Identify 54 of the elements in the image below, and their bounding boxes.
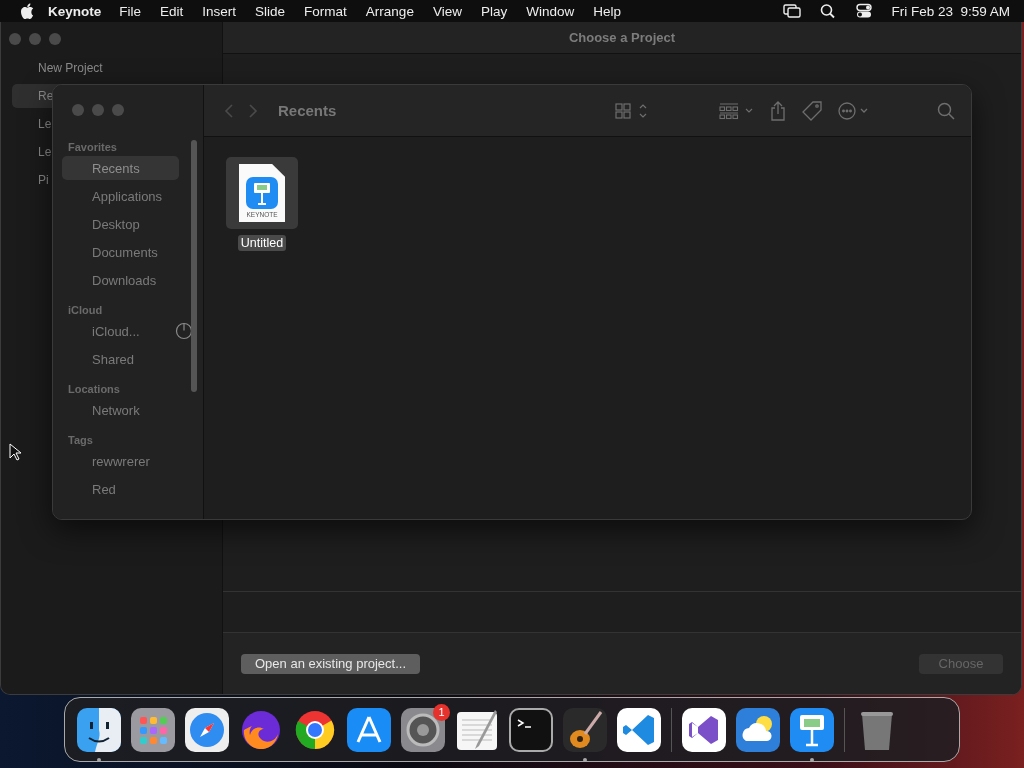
sidebar-item[interactable]: Desktop (62, 212, 179, 236)
sidebar-item[interactable]: rewwrerer (62, 449, 179, 473)
a-shape-icon[interactable] (347, 707, 391, 752)
sidebar-item[interactable]: Documents (62, 240, 179, 264)
menu-item[interactable]: View (432, 3, 462, 19)
menu-item[interactable]: Slide (255, 3, 286, 19)
sidebar-item[interactable]: iCloud... (62, 319, 193, 343)
sidebar-heading: Favorites (67, 140, 118, 155)
menu-item[interactable]: Window (526, 3, 575, 19)
control-center-icon[interactable] (855, 3, 874, 19)
sidebar-item[interactable]: Recents (62, 156, 179, 180)
sidebar-item[interactable]: Applications (62, 184, 179, 208)
sidebar-item[interactable]: Red (62, 477, 179, 501)
group-icon[interactable] (719, 101, 755, 120)
cloud-sun-icon[interactable] (736, 707, 780, 752)
podium-icon (246, 177, 278, 209)
file-name[interactable]: Untitled (237, 235, 287, 251)
window-title: Choose a Project (223, 22, 1021, 54)
open-existing-project-button[interactable]: Open an existing project... (241, 653, 421, 674)
infinity-icon[interactable] (682, 707, 726, 752)
menu-bar-clock[interactable]: Fri Feb 23 9:59 AM (891, 3, 1010, 19)
scrollbar[interactable] (191, 140, 197, 392)
location-title: Recents (278, 102, 337, 119)
tag-icon[interactable] (801, 100, 823, 121)
menu-item[interactable]: File (119, 3, 142, 19)
sidebar-item[interactable]: New Project (12, 56, 211, 80)
code-icon[interactable] (617, 707, 661, 752)
podium-icon[interactable] (790, 707, 834, 752)
apple-icon[interactable] (20, 3, 34, 19)
sidebar-item[interactable]: Shared (62, 347, 179, 371)
app-menu[interactable]: Keynote (48, 3, 102, 19)
menu-item[interactable]: Insert (202, 3, 237, 19)
menu-item[interactable]: Help (593, 3, 621, 19)
sidebar-heading: iCloud (67, 303, 104, 318)
grid-icon[interactable] (131, 707, 175, 752)
screen-mirroring-icon[interactable] (783, 3, 802, 19)
menu-item[interactable]: Format (304, 3, 347, 19)
menu-item[interactable]: Arrange (365, 3, 414, 19)
notification-badge: 1 (433, 703, 450, 721)
sidebar-heading: Tags (67, 433, 94, 448)
sidebar-item[interactable]: Network (62, 398, 179, 422)
gear-icon[interactable] (401, 707, 445, 752)
pointer-icon (9, 443, 21, 461)
sidebar-heading: Locations (67, 382, 121, 397)
face-icon[interactable] (77, 707, 121, 752)
sidebar-item[interactable]: Downloads (62, 268, 179, 292)
share-icon[interactable] (769, 100, 787, 121)
guitar-icon[interactable] (563, 707, 607, 752)
menu-item[interactable]: Edit (160, 3, 184, 19)
notepad-icon[interactable] (455, 707, 499, 752)
icon-view-icon[interactable] (615, 101, 649, 120)
terminal-icon[interactable] (509, 707, 553, 752)
menu-item[interactable]: Play (480, 3, 508, 19)
compass-icon[interactable] (185, 707, 229, 752)
